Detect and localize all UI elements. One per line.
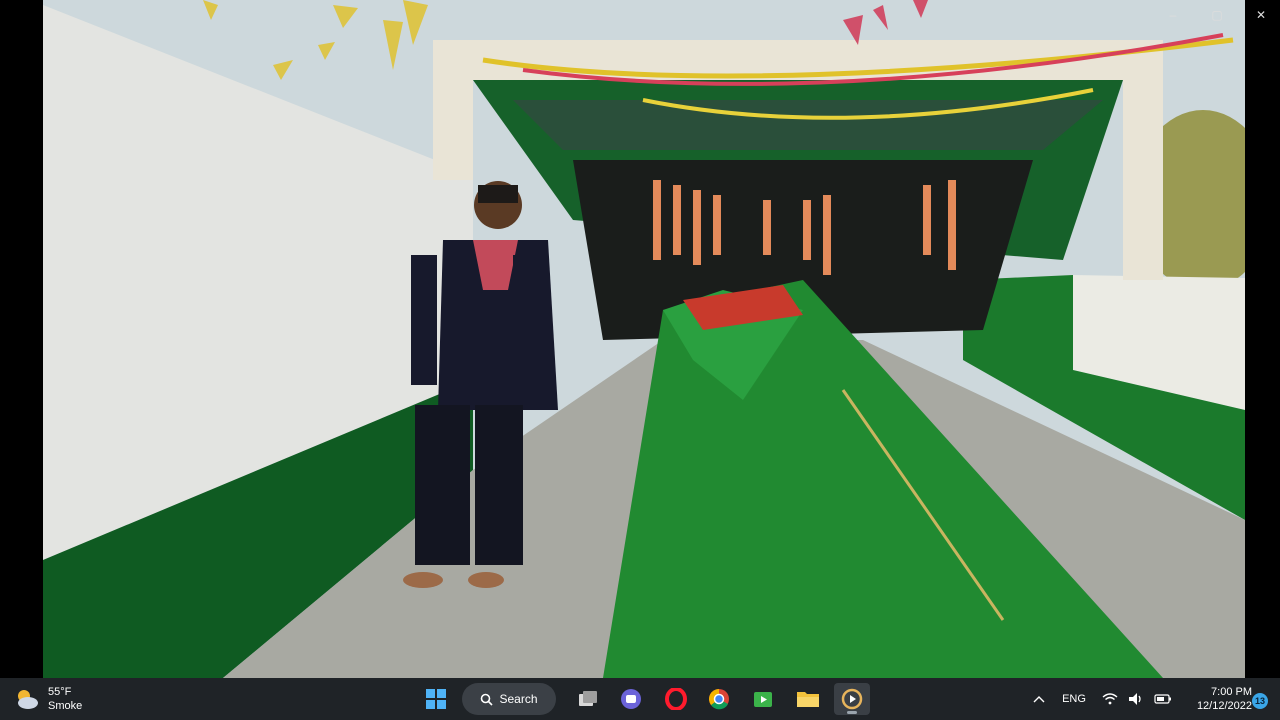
weather-temperature: 55°F [48, 686, 72, 698]
clock-time: 7:00 PM [1211, 686, 1252, 698]
scene-illustration [43, 0, 1245, 678]
cloudy-weather-icon [18, 690, 38, 709]
maximize-button[interactable]: ▢ [1210, 8, 1224, 22]
chrome-icon [709, 689, 729, 710]
battery-icon [1154, 694, 1171, 704]
taskbar: 55°F Smoke Search ENG 7:00 PM 12/12/2022 [0, 678, 1280, 720]
file-explorer-button[interactable] [790, 683, 826, 715]
start-button[interactable] [418, 683, 454, 715]
clock[interactable]: 7:00 PM 12/12/2022 [1178, 683, 1252, 715]
search-icon [481, 693, 494, 706]
task-view-icon [579, 691, 597, 706]
search-label: Search [499, 692, 538, 706]
media-player-icon [841, 688, 863, 710]
windows-logo-icon [426, 689, 446, 709]
close-button[interactable]: ✕ [1254, 8, 1268, 22]
photo-viewer-window: – ▢ ✕ [0, 0, 1280, 678]
weather-condition: Smoke [48, 700, 83, 712]
photo-scene [43, 0, 1245, 678]
task-view-button[interactable] [570, 683, 606, 715]
folder-icon [797, 692, 819, 707]
language-indicator[interactable]: ENG [1058, 683, 1090, 715]
show-hidden-icons-button[interactable] [1030, 683, 1048, 715]
notification-badge[interactable]: 13 [1252, 693, 1268, 709]
volume-icon [1129, 693, 1141, 705]
teams-chat-button[interactable] [613, 683, 649, 715]
weather-widget[interactable]: 55°F Smoke [14, 683, 114, 715]
opera-browser-button[interactable] [658, 683, 694, 715]
chevron-up-icon [1033, 696, 1045, 703]
media-editor-button[interactable] [745, 683, 781, 715]
media-player-button[interactable] [834, 683, 870, 715]
wifi-icon [1102, 693, 1118, 705]
chrome-button[interactable] [701, 683, 737, 715]
quick-settings-button[interactable] [1100, 683, 1174, 715]
chat-icon [621, 689, 641, 709]
search-box[interactable]: Search [462, 683, 556, 715]
minimize-button[interactable]: – [1166, 8, 1180, 22]
opera-icon [665, 688, 687, 710]
clock-date: 12/12/2022 [1196, 700, 1252, 712]
video-editor-icon [754, 692, 772, 707]
